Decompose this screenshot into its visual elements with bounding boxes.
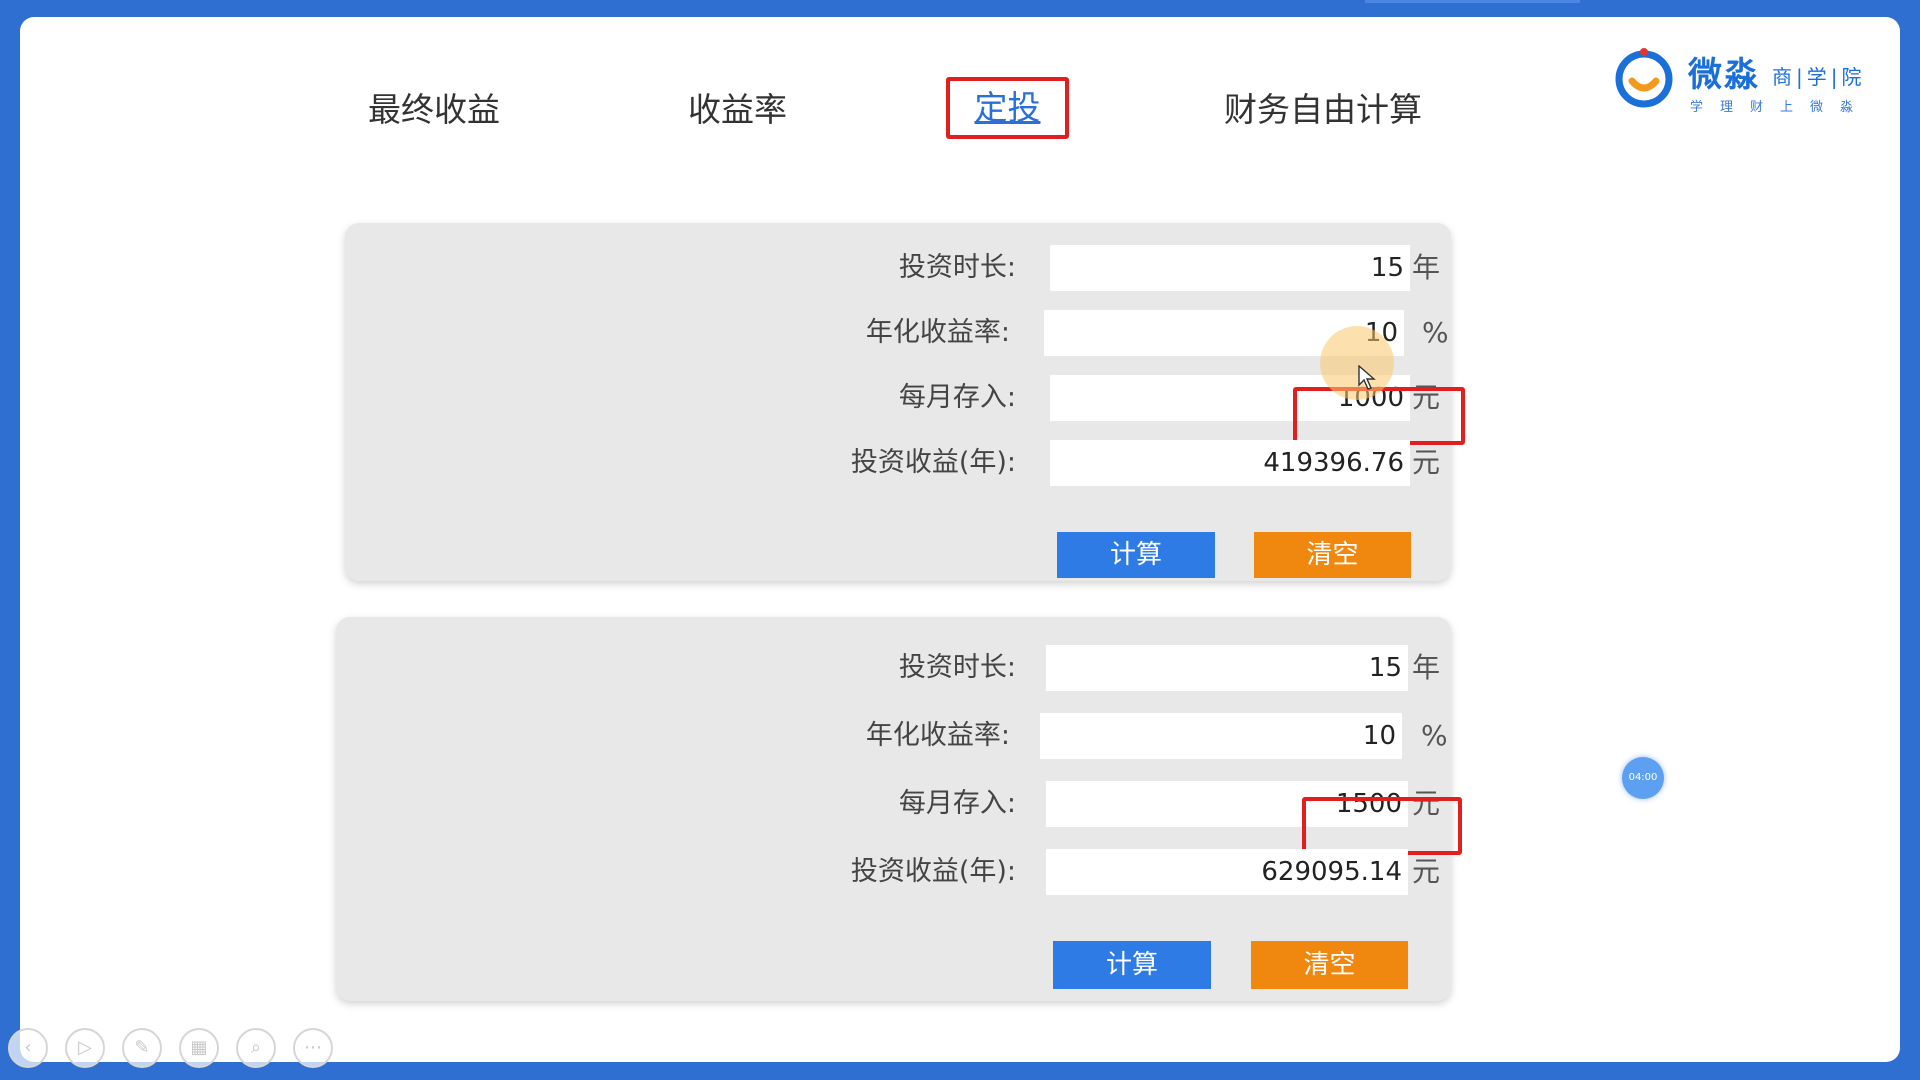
logo-slogan: 学理财上微淼 [1690,100,1871,115]
prev-icon[interactable]: ‹ [8,1028,48,1068]
rate-unit: % [1422,316,1449,349]
grid-icon[interactable]: ▦ [179,1028,219,1068]
rate-label: 年化收益率: [865,317,1010,348]
zoom-icon[interactable]: ⌕ [236,1028,276,1068]
calculator-panel-2: 投资时长: 15 年 年化收益率: 10 % 每月存入: 1500 元 投资收益… [336,617,1462,1001]
logo-name: 微淼 [1688,55,1760,95]
calculate-button[interactable]: 计算 [1053,941,1211,989]
monthly-label: 每月存入: [898,382,1016,413]
monthly-highlight [1293,387,1465,445]
rate-input[interactable]: 10 [1040,713,1402,759]
tab-financial-freedom[interactable]: 财务自由计算 [1224,85,1422,135]
slide-canvas: 微淼 商|学|院 学理财上微淼 最终收益 收益率 定投 财务自由计算 投资时长:… [20,17,1900,1062]
monthly-label: 每月存入: [898,788,1016,819]
pen-icon[interactable]: ✎ [122,1028,162,1068]
rate-unit: % [1421,719,1448,752]
duration-unit: 年 [1412,651,1441,684]
duration-input[interactable]: 15 [1050,245,1410,291]
income-label: 投资收益(年): [850,856,1016,887]
duration-label: 投资时长: [898,252,1016,283]
timer-badge[interactable]: 04:00 [1622,757,1664,799]
income-label: 投资收益(年): [850,447,1016,478]
clear-button[interactable]: 清空 [1251,941,1408,989]
clear-button[interactable]: 清空 [1254,532,1411,578]
logo-ring-icon [1615,48,1673,108]
income-output: 629095.14 [1046,849,1408,895]
income-output: 419396.76 [1050,440,1410,486]
income-unit: 元 [1412,855,1441,888]
calculator-panel-1: 投资时长: 15 年 年化收益率: 10 % 每月存入: 1000 元 投资收益… [345,223,1465,581]
income-unit: 元 [1412,446,1441,479]
tab-return-rate[interactable]: 收益率 [688,85,787,135]
tab-fixed-investment[interactable]: 定投 [946,77,1069,139]
tab-final-income[interactable]: 最终收益 [368,85,500,135]
duration-input[interactable]: 15 [1046,645,1408,691]
play-icon[interactable]: ▷ [65,1028,105,1068]
rate-label: 年化收益率: [865,720,1010,751]
more-icon[interactable]: ⋯ [293,1028,333,1068]
calculate-button[interactable]: 计算 [1057,532,1215,578]
monthly-highlight [1302,797,1462,855]
cursor-highlight [1320,326,1394,400]
mouse-cursor-icon [1358,365,1376,390]
duration-unit: 年 [1412,251,1441,284]
window-top-strip [1365,0,1580,3]
brand-logo: 微淼 商|学|院 学理财上微淼 [1612,31,1892,121]
logo-subtitle: 商|学|院 [1772,65,1866,89]
duration-label: 投资时长: [898,652,1016,683]
